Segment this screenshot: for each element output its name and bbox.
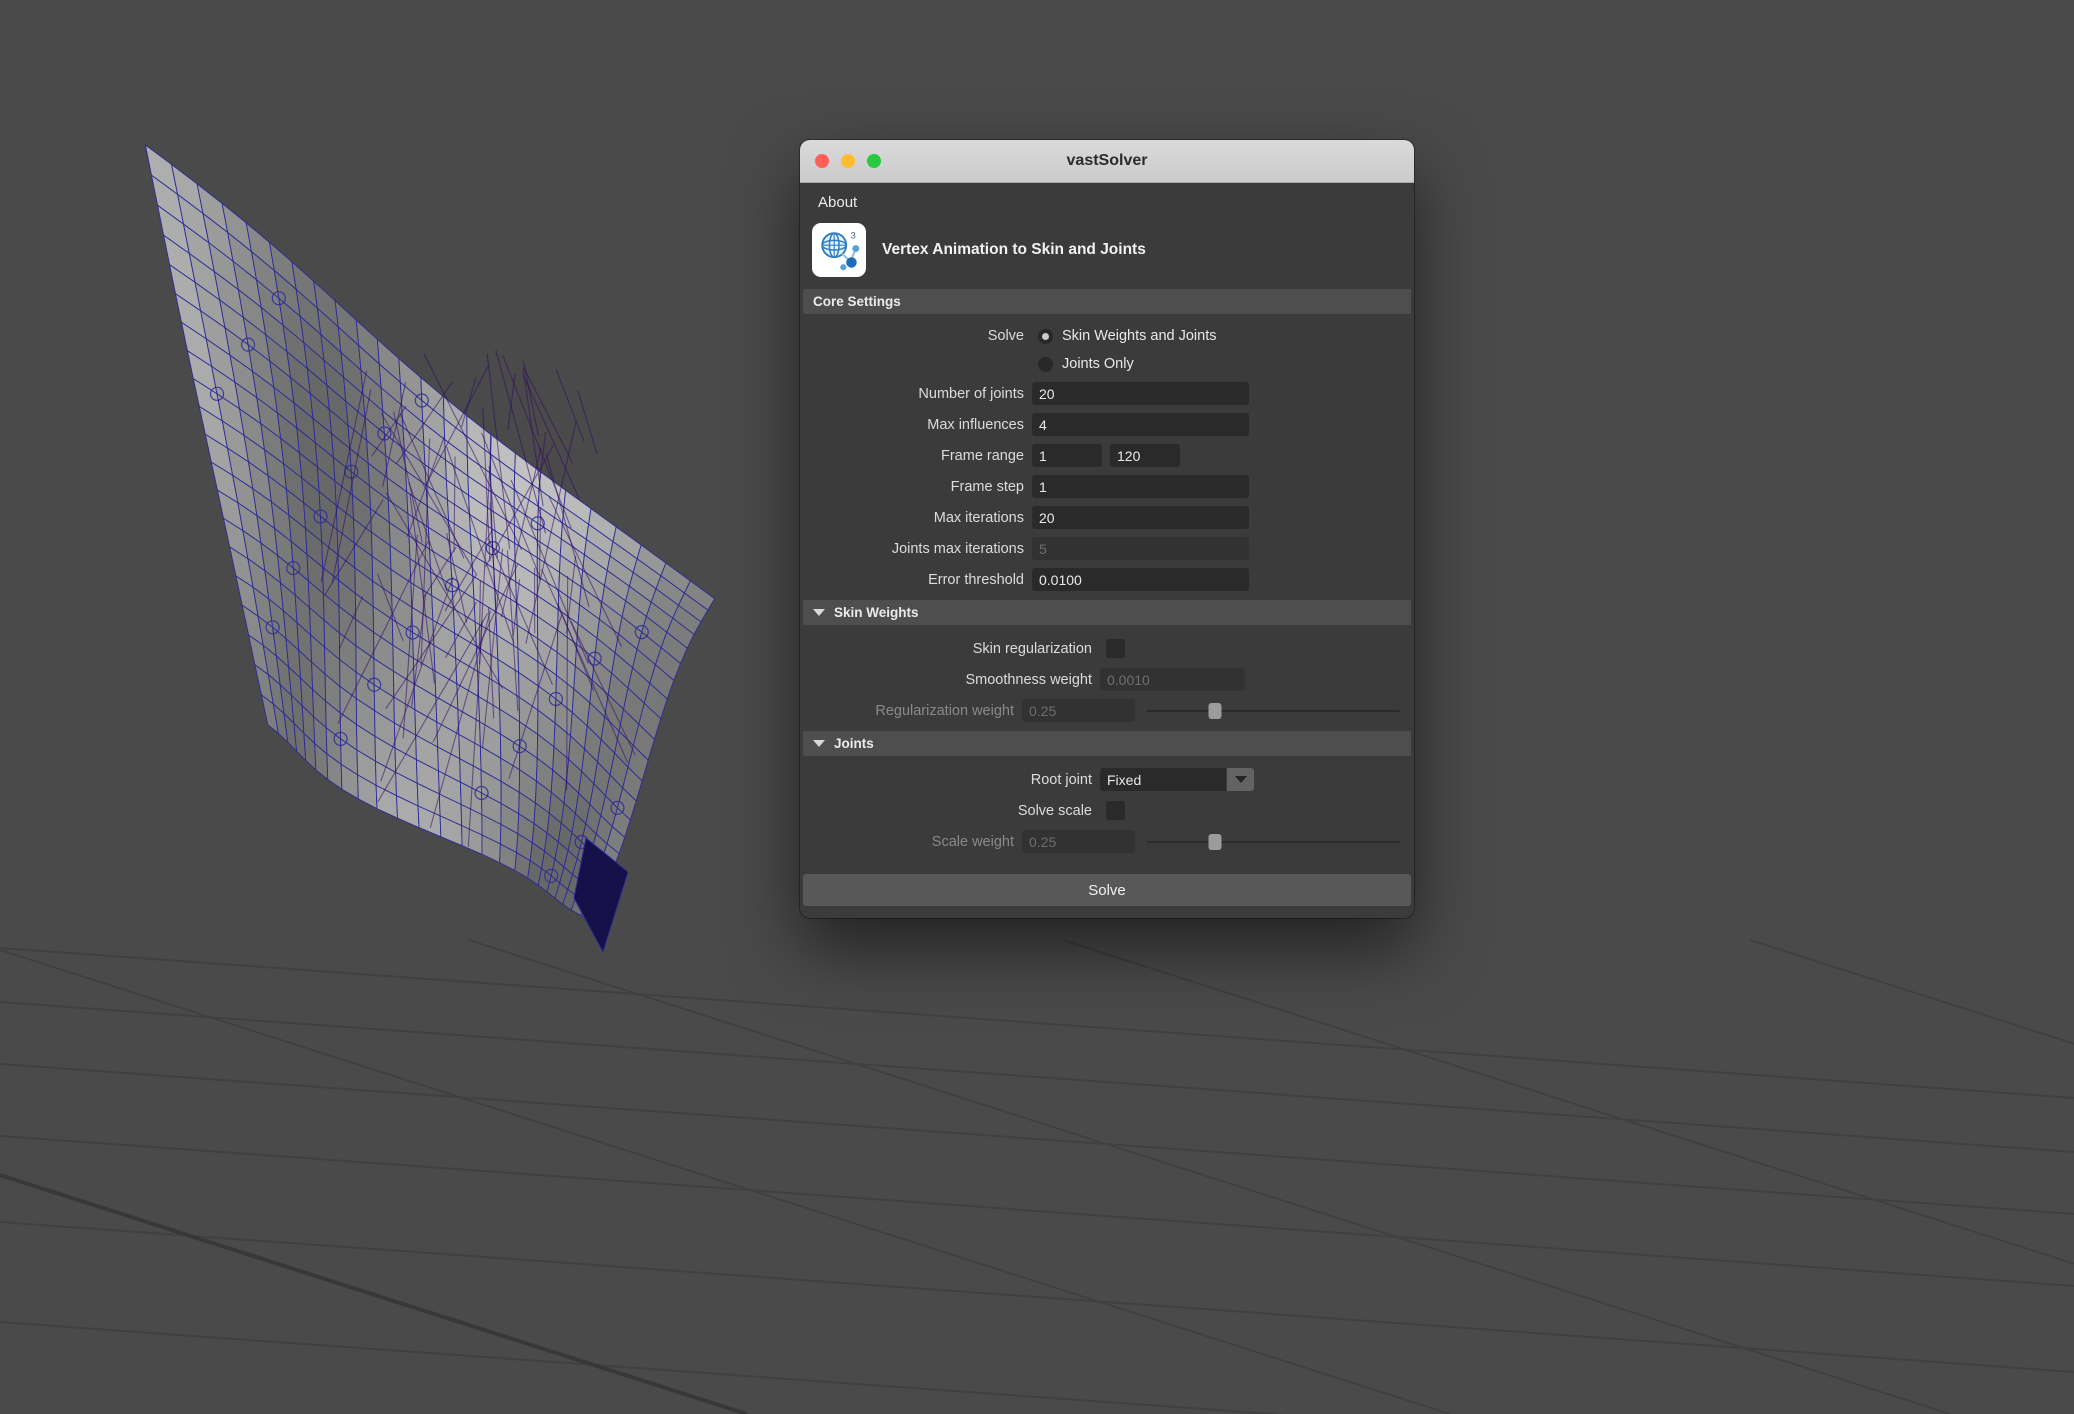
collapse-triangle-icon xyxy=(813,740,825,747)
skin-weights-title: Skin Weights xyxy=(834,605,919,620)
section-core-settings: Core Settings xyxy=(803,289,1411,314)
number-of-joints-row: Number of joints xyxy=(800,378,1406,409)
solve-scale-row: Solve scale xyxy=(800,795,1406,826)
error-threshold-row: Error threshold xyxy=(800,564,1406,595)
app-header: 3 Vertex Animation to Skin and Joints xyxy=(800,221,1414,289)
joints-title: Joints xyxy=(834,736,874,751)
frame-step-input[interactable] xyxy=(1032,475,1249,498)
scale-weight-input xyxy=(1022,830,1135,853)
joints-rows: Root joint Fixed Solve scale Scale weigh… xyxy=(800,756,1414,862)
scale-weight-row: Scale weight xyxy=(800,826,1406,857)
frame-range-row: Frame range xyxy=(800,440,1406,471)
error-threshold-label: Error threshold xyxy=(800,572,1032,588)
section-joints[interactable]: Joints xyxy=(803,731,1411,756)
smoothness-weight-row: Smoothness weight xyxy=(800,664,1406,695)
max-iterations-input[interactable] xyxy=(1032,506,1249,529)
regularization-weight-row: Regularization weight xyxy=(800,695,1406,726)
max-influences-input[interactable] xyxy=(1032,413,1249,436)
skin-weights-rows: Skin regularization Smoothness weight Re… xyxy=(800,625,1414,731)
max-iterations-row: Max iterations xyxy=(800,502,1406,533)
zoom-button[interactable] xyxy=(867,154,881,168)
frame-range-start-input[interactable] xyxy=(1032,444,1102,467)
vastsolver-window: vastSolver About 3 xyxy=(800,140,1414,918)
number-of-joints-label: Number of joints xyxy=(800,386,1032,402)
radio-label-joints-only: Joints Only xyxy=(1062,356,1134,372)
frame-step-row: Frame step xyxy=(800,471,1406,502)
slider-handle[interactable] xyxy=(1209,703,1222,719)
frame-range-end-input[interactable] xyxy=(1110,444,1180,467)
solve-scale-checkbox[interactable] xyxy=(1106,801,1125,820)
menu-about[interactable]: About xyxy=(818,194,857,211)
slider-handle[interactable] xyxy=(1209,834,1222,850)
root-joint-value: Fixed xyxy=(1100,768,1226,791)
frame-step-label: Frame step xyxy=(800,479,1032,495)
scale-weight-label: Scale weight xyxy=(800,834,1022,850)
radio-label-skin-weights-and-joints: Skin Weights and Joints xyxy=(1062,328,1216,344)
app-title: Vertex Animation to Skin and Joints xyxy=(882,241,1146,259)
joints-max-iterations-row: Joints max iterations xyxy=(800,533,1406,564)
section-skin-weights[interactable]: Skin Weights xyxy=(803,600,1411,625)
slider-track xyxy=(1147,841,1400,843)
traffic-lights xyxy=(800,154,881,168)
window-titlebar[interactable]: vastSolver xyxy=(800,140,1414,183)
max-influences-row: Max influences xyxy=(800,409,1406,440)
regularization-weight-input xyxy=(1022,699,1135,722)
radio-skin-weights-and-joints[interactable] xyxy=(1038,329,1053,344)
smoothness-weight-input xyxy=(1100,668,1245,691)
regularization-weight-slider xyxy=(1147,701,1400,721)
solve-mode-row: Solve Skin Weights and Joints xyxy=(800,322,1406,350)
core-settings-rows: Solve Skin Weights and Joints Joints Onl… xyxy=(800,314,1414,600)
joints-max-iterations-label: Joints max iterations xyxy=(800,541,1032,557)
radio-joints-only[interactable] xyxy=(1038,357,1053,372)
number-of-joints-input[interactable] xyxy=(1032,382,1249,405)
maya-viewport[interactable]: vastSolver About 3 xyxy=(0,0,2074,1414)
scale-weight-slider xyxy=(1147,832,1400,852)
dropdown-button[interactable] xyxy=(1227,768,1254,791)
cloth-wireframe-mesh xyxy=(145,145,714,952)
skin-regularization-row: Skin regularization xyxy=(800,633,1406,664)
menubar: About xyxy=(800,183,1414,221)
window-title: vastSolver xyxy=(800,152,1414,170)
max-iterations-label: Max iterations xyxy=(800,510,1032,526)
regularization-weight-label: Regularization weight xyxy=(800,703,1022,719)
icon-badge: 3 xyxy=(851,231,856,242)
core-settings-title: Core Settings xyxy=(813,294,901,309)
solve-mode-row: Joints Only xyxy=(800,350,1406,378)
max-influences-label: Max influences xyxy=(800,417,1032,433)
chevron-down-icon xyxy=(1235,776,1247,783)
skin-regularization-label: Skin regularization xyxy=(800,641,1100,657)
ground-grid xyxy=(0,940,2074,1414)
error-threshold-input[interactable] xyxy=(1032,568,1249,591)
minimize-button[interactable] xyxy=(841,154,855,168)
solve-scale-label: Solve scale xyxy=(800,803,1100,819)
smoothness-weight-label: Smoothness weight xyxy=(800,672,1100,688)
skin-regularization-checkbox[interactable] xyxy=(1106,639,1125,658)
root-joint-label: Root joint xyxy=(800,772,1100,788)
root-joint-row: Root joint Fixed xyxy=(800,764,1406,795)
collapse-triangle-icon xyxy=(813,609,825,616)
joints-max-iterations-input xyxy=(1032,537,1249,560)
frame-range-label: Frame range xyxy=(800,448,1032,464)
root-joint-dropdown[interactable]: Fixed xyxy=(1100,768,1254,791)
close-button[interactable] xyxy=(815,154,829,168)
solve-button[interactable]: Solve xyxy=(803,874,1411,906)
solve-label: Solve xyxy=(800,328,1032,344)
slider-track xyxy=(1147,710,1400,712)
app-logo-icon: 3 xyxy=(812,223,866,277)
